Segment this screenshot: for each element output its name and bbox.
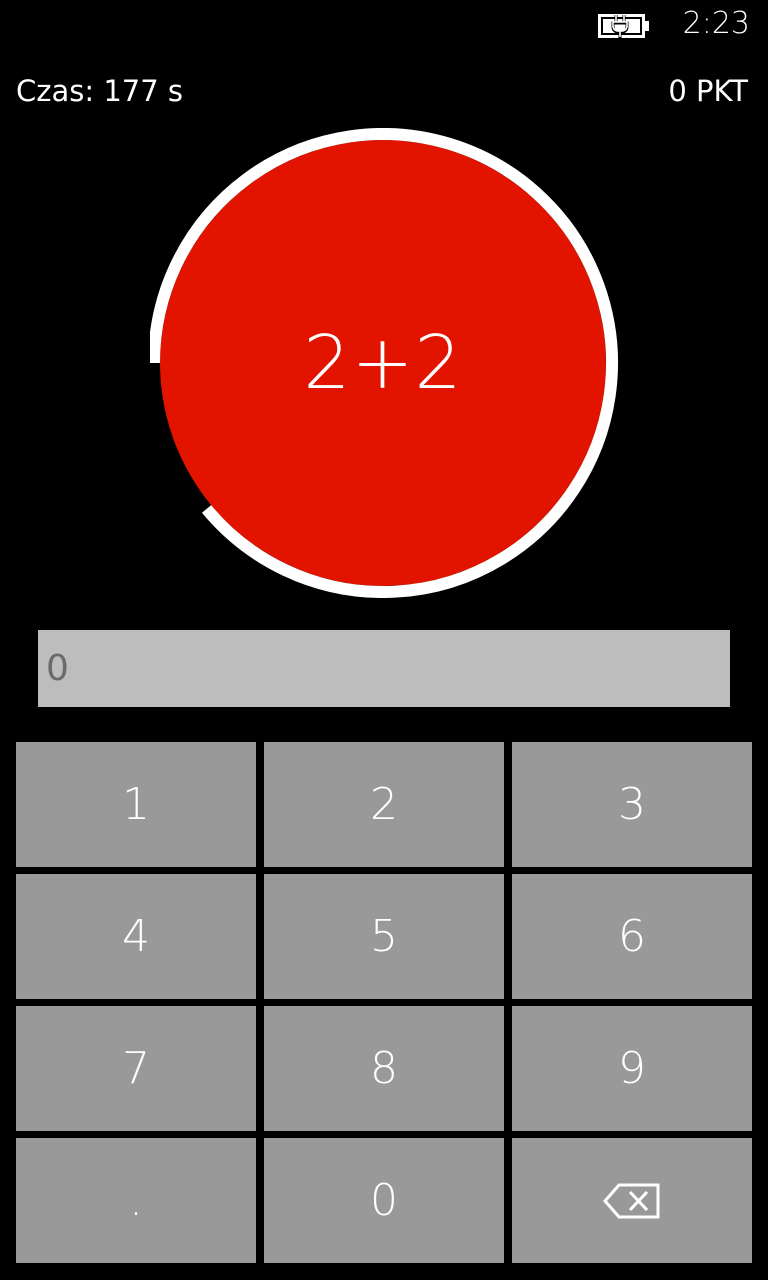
key-3[interactable]: 3	[512, 742, 752, 867]
battery-charging-icon	[598, 14, 649, 38]
score-label: 0 PKT	[668, 74, 748, 108]
key-6[interactable]: 6	[512, 874, 752, 999]
keypad: 1 2 3 4 5 6 7 8 9 . 0	[16, 742, 752, 1264]
key-backspace[interactable]	[512, 1138, 752, 1263]
key-0[interactable]: 0	[264, 1138, 504, 1263]
backspace-icon	[603, 1183, 660, 1218]
status-bar: 2:23	[0, 0, 768, 50]
answer-input[interactable]	[38, 630, 730, 707]
clock: 2:23	[682, 6, 750, 41]
timer-label: Czas: 177 s	[16, 74, 184, 108]
question-text: 2+2	[303, 320, 463, 406]
key-5[interactable]: 5	[264, 874, 504, 999]
key-decimal[interactable]: .	[16, 1138, 256, 1263]
key-8[interactable]: 8	[264, 1006, 504, 1131]
key-2[interactable]: 2	[264, 742, 504, 867]
key-1[interactable]: 1	[16, 742, 256, 867]
key-9[interactable]: 9	[512, 1006, 752, 1131]
key-4[interactable]: 4	[16, 874, 256, 999]
key-7[interactable]: 7	[16, 1006, 256, 1131]
